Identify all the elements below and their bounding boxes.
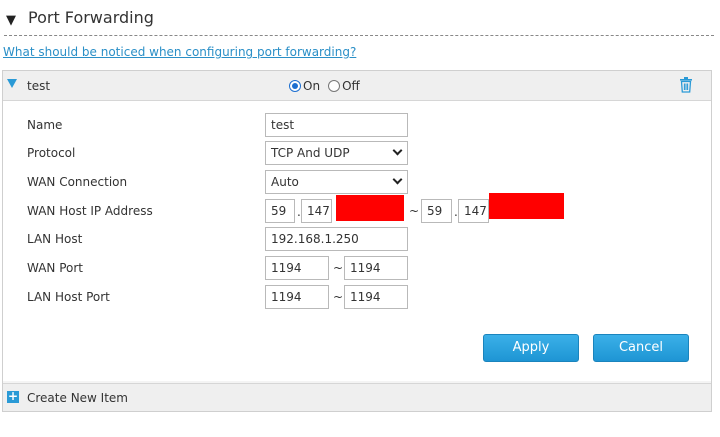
row-wan-connection: WAN Connection Auto — [3, 170, 711, 194]
row-lan-port: LAN Host Port 1194 ~ 1194 — [3, 285, 711, 309]
plus-icon[interactable]: + — [7, 390, 19, 403]
radio-off[interactable] — [328, 80, 341, 92]
radio-on[interactable] — [289, 80, 301, 92]
apply-button[interactable]: Apply — [483, 334, 579, 362]
section-title: Port Forwarding — [28, 8, 154, 27]
protocol-select[interactable]: TCP And UDP — [265, 141, 408, 165]
range-tilde: ~ — [409, 204, 420, 218]
lan-port-start-input[interactable]: 1194 — [265, 285, 329, 309]
wan-connection-select[interactable]: Auto — [265, 170, 408, 194]
rule-form: Name test Protocol TCP And UDP WAN Conne… — [3, 101, 711, 381]
rule-panel: test On Off Name test Protocol TCP And U… — [2, 70, 712, 412]
wan-ip-end-octet2[interactable]: 147 — [458, 199, 489, 223]
wan-port-start-input[interactable]: 1194 — [265, 256, 329, 280]
name-label: Name — [27, 118, 63, 132]
wan-host-ip-label: WAN Host IP Address — [27, 204, 153, 218]
lan-port-label: LAN Host Port — [27, 290, 110, 304]
section-header[interactable]: ▼ Port Forwarding — [4, 6, 714, 36]
wan-connection-label: WAN Connection — [27, 175, 128, 189]
row-name: Name test — [3, 113, 711, 137]
expand-arrow-icon[interactable] — [7, 79, 17, 88]
wan-port-end-input[interactable]: 1194 — [344, 256, 408, 280]
help-link[interactable]: What should be noticed when configuring … — [3, 45, 356, 59]
trash-icon[interactable] — [679, 77, 693, 93]
redacted-block — [489, 193, 564, 219]
wan-ip-start-octet1[interactable]: 59 — [265, 199, 295, 223]
collapse-triangle-icon[interactable]: ▼ — [6, 13, 16, 28]
cancel-button[interactable]: Cancel — [593, 334, 689, 362]
wan-port-label: WAN Port — [27, 261, 83, 275]
range-tilde: ~ — [333, 261, 344, 275]
row-lan-host: LAN Host 192.168.1.250 — [3, 227, 711, 251]
row-wan-host-ip: WAN Host IP Address 59 . 147 ~ 59 . 147 — [3, 193, 711, 223]
lan-host-label: LAN Host — [27, 232, 83, 246]
redacted-block — [336, 195, 404, 221]
radio-off-label: Off — [342, 79, 360, 93]
row-wan-port: WAN Port 1194 ~ 1194 — [3, 256, 711, 280]
range-tilde: ~ — [333, 290, 344, 304]
wan-ip-end-octet1[interactable]: 59 — [421, 199, 452, 223]
lan-port-end-input[interactable]: 1194 — [344, 285, 408, 309]
chevron-down-icon — [392, 145, 403, 156]
row-protocol: Protocol TCP And UDP — [3, 141, 711, 165]
rule-header[interactable]: test On Off — [3, 71, 711, 101]
rule-name: test — [27, 79, 51, 93]
status-radio-group: On Off — [289, 79, 368, 93]
create-new-item-label[interactable]: Create New Item — [27, 391, 128, 405]
name-input[interactable]: test — [265, 113, 408, 137]
protocol-value: TCP And UDP — [271, 146, 350, 160]
lan-host-input[interactable]: 192.168.1.250 — [265, 227, 408, 251]
wan-connection-value: Auto — [271, 175, 299, 189]
protocol-label: Protocol — [27, 146, 76, 160]
radio-on-label: On — [303, 79, 321, 93]
wan-ip-start-octet2[interactable]: 147 — [301, 199, 332, 223]
create-new-item-bar[interactable]: + Create New Item — [3, 383, 711, 411]
chevron-down-icon — [392, 174, 403, 185]
